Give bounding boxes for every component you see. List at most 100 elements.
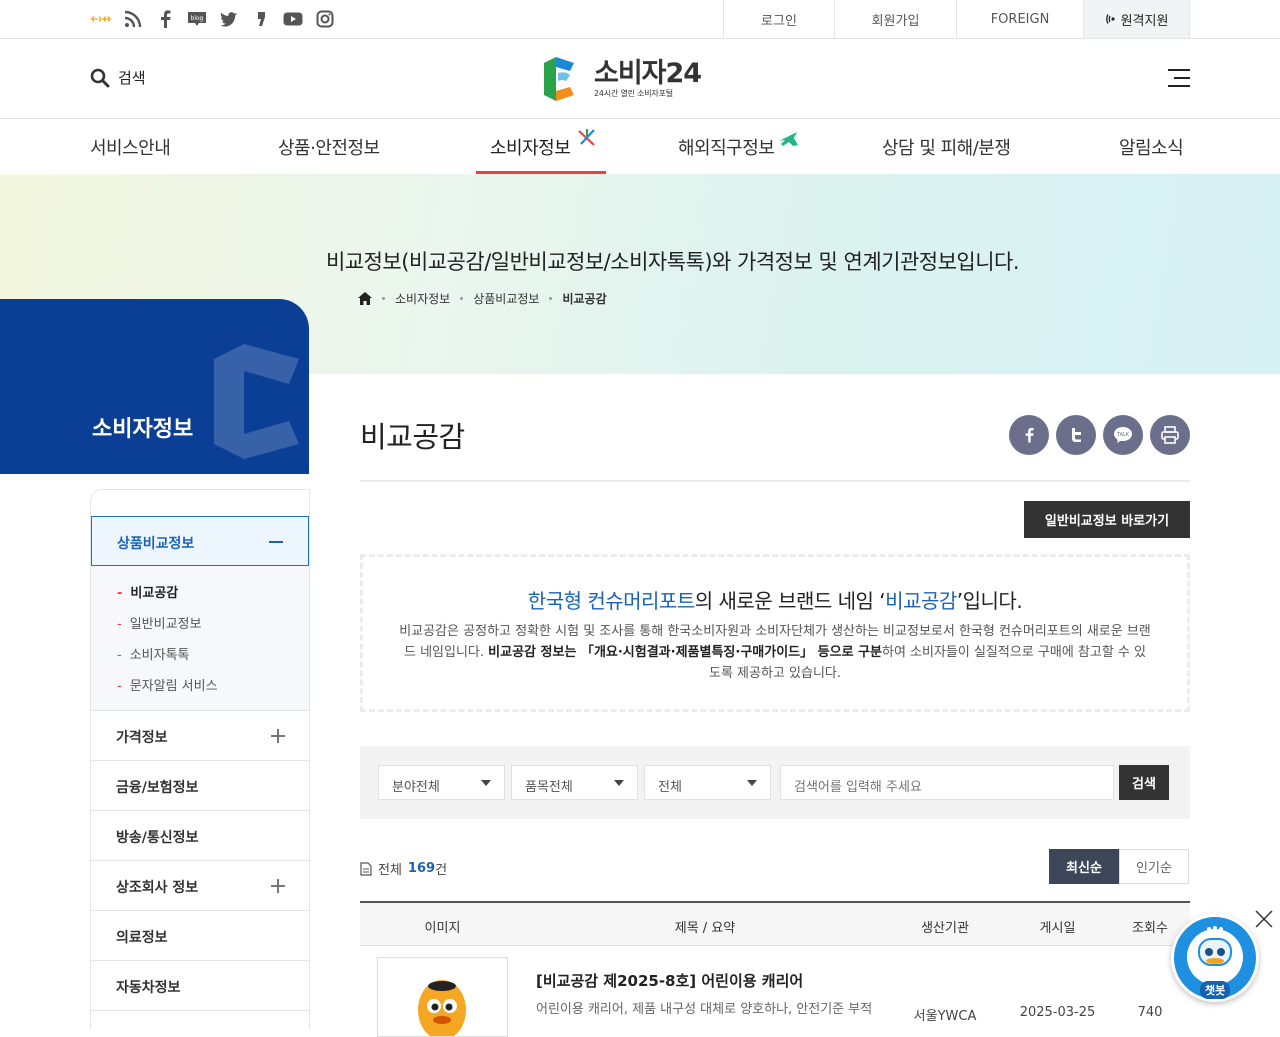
home-icon[interactable]	[358, 292, 372, 305]
side-section-banner: 소비자정보	[0, 299, 309, 474]
column-header: 이미지	[424, 921, 461, 936]
lnb-item-label: 상조회사 정보	[116, 880, 199, 896]
table-row[interactable]: [비교공감 제2025-8호] 어린이용 캐리어 어린이용 캐리어, 제품 내구…	[360, 946, 1190, 1037]
svg-text:TALK: TALK	[1116, 432, 1130, 438]
nav-consumer-info[interactable]: 소비자정보	[490, 134, 571, 160]
breadcrumb-current: 비교공감	[562, 292, 607, 306]
document-icon	[360, 861, 372, 876]
twitter-icon[interactable]	[218, 8, 240, 30]
youtube-icon[interactable]	[282, 8, 304, 30]
intro-heading: 한국형 컨슈머리포트의 새로운 브랜드 네임 ‘비교공감’입니다.	[527, 589, 1023, 613]
sparkle-icon	[578, 129, 595, 146]
facebook-icon	[1025, 427, 1034, 443]
print-button[interactable]	[1150, 415, 1190, 455]
scope-select[interactable]: 전체	[644, 765, 771, 800]
search-label: 검색	[118, 69, 146, 87]
lnb-sub-sms-service[interactable]: 문자알림 서비스	[117, 675, 218, 694]
eg-icon[interactable]	[90, 8, 112, 30]
close-icon[interactable]	[1254, 909, 1274, 929]
search-icon	[90, 68, 110, 87]
lnb-submenu: 비교공감 일반비교정보 소비자톡톡 문자알림 서비스	[91, 566, 309, 711]
chatbot-robot-icon	[1187, 926, 1243, 985]
header-search-button[interactable]: 검색	[90, 67, 146, 88]
lnb-item-medical[interactable]: 의료정보	[91, 911, 309, 961]
nav-overseas-purchase[interactable]: 해외직구정보	[678, 134, 775, 160]
chatbot-button[interactable]: 챗봇	[1171, 914, 1259, 1002]
lnb-item-label: 의료정보	[116, 930, 168, 946]
search-button[interactable]: 검색	[1119, 765, 1169, 800]
main-navigation: 서비스안내 상품·안전정보 소비자정보 해외직구정보 상담 및 피해/분쟁 알림…	[0, 119, 1280, 174]
logo-mark-icon	[544, 57, 574, 101]
twitter-icon	[1072, 428, 1081, 442]
sort-latest-button[interactable]: 최신순	[1049, 849, 1119, 884]
lnb-item-funeral[interactable]: 상조회사 정보	[91, 861, 309, 911]
sort-toggle: 최신순 인기순	[1049, 849, 1189, 884]
share-facebook-button[interactable]	[1009, 415, 1049, 455]
instagram-icon[interactable]	[314, 8, 336, 30]
share-kakaotalk-button[interactable]: TALK	[1103, 415, 1143, 455]
signup-link[interactable]: 회원가입	[834, 0, 956, 38]
lnb-item-product-compare[interactable]: 상품비교정보	[91, 516, 309, 566]
hamburger-menu-icon[interactable]	[1168, 69, 1190, 87]
facebook-icon[interactable]	[154, 8, 176, 30]
logo-watermark-icon	[214, 344, 299, 459]
lnb-item-label: 자동차정보	[116, 980, 181, 996]
page-title: 비교공감	[360, 420, 465, 454]
breadcrumb-item[interactable]: 소비자정보	[395, 290, 450, 307]
remote-support-label: 원격지원	[1120, 13, 1169, 29]
remote-support-link[interactable]: 원격지원	[1083, 0, 1190, 38]
top-utility-bar: blog 로그인 회원가입 FOREIGN 원격지원	[0, 0, 1280, 39]
column-header: 조회수	[1132, 921, 1168, 936]
intro-text: 비교공감은 공정하고 정확한 시험 및 조사를 통해 한국소비자원과 소비자단체…	[399, 624, 1151, 681]
column-header: 게시일	[1039, 921, 1076, 936]
print-icon	[1161, 426, 1179, 444]
search-box: 분야전체 품목전체 전체 검색	[360, 746, 1190, 819]
lnb-item-finance[interactable]: 금융/보험정보	[91, 761, 309, 811]
lnb-item-price[interactable]: 가격정보	[91, 711, 309, 761]
breadcrumb-item[interactable]: 상품비교정보	[473, 290, 539, 307]
lnb-sub-compare[interactable]: 비교공감	[117, 582, 178, 601]
lnb-sub-talktalk[interactable]: 소비자톡톡	[117, 644, 190, 663]
logo-subtitle: 24시간 열린 소비자포털	[594, 88, 673, 98]
nav-counsel-dispute[interactable]: 상담 및 피해/분쟁	[882, 134, 1011, 160]
kakaotalk-icon: TALK	[1114, 427, 1132, 443]
field-select[interactable]: 분야전체	[378, 765, 505, 800]
lnb-item-car[interactable]: 자동차정보	[91, 961, 309, 1011]
blog-icon[interactable]: blog	[186, 8, 208, 30]
sort-popular-button[interactable]: 인기순	[1119, 849, 1189, 884]
svg-text:blog: blog	[191, 15, 204, 22]
nav-news[interactable]: 알림소식	[1119, 134, 1184, 160]
kids-carrier-image-icon	[418, 980, 466, 1036]
remote-support-icon	[1105, 14, 1115, 24]
row-title[interactable]: [비교공감 제2025-8호] 어린이용 캐리어	[536, 970, 803, 991]
side-section-title: 소비자정보	[92, 417, 194, 442]
lnb-item-label: 가격정보	[116, 730, 168, 746]
nav-service-guide[interactable]: 서비스안내	[90, 134, 171, 160]
rss-icon[interactable]	[122, 8, 144, 30]
site-header: 검색 소비자24 24시간 열린 소비자포털	[0, 39, 1280, 119]
login-link[interactable]: 로그인	[723, 0, 834, 38]
column-header: 제목 / 요약	[674, 921, 736, 936]
lnb-item-label: 금융/보험정보	[116, 780, 199, 796]
lnb-item-label: 방송/통신정보	[116, 830, 199, 846]
search-input[interactable]	[780, 765, 1114, 800]
item-select[interactable]: 품목전체	[511, 765, 638, 800]
foreign-link[interactable]: FOREIGN	[956, 0, 1083, 38]
site-logo[interactable]: 소비자24 24시간 열린 소비자포털	[540, 53, 702, 105]
airplane-icon	[779, 132, 798, 146]
lnb-sub-general-compare[interactable]: 일반비교정보	[117, 613, 202, 632]
table-header: 이미지 제목 / 요약 생산기관 게시일 조회수	[360, 901, 1190, 946]
lnb-item-broadcast[interactable]: 방송/통신정보	[91, 811, 309, 861]
title-divider	[360, 480, 1190, 482]
kakao-story-icon[interactable]	[250, 8, 272, 30]
side-navigation: 상품비교정보 비교공감 일반비교정보 소비자톡톡 문자알림 서비스 가격정보 금…	[90, 489, 310, 1029]
row-thumbnail[interactable]	[377, 957, 508, 1037]
sns-links: blog	[90, 8, 336, 30]
expand-icon	[271, 729, 285, 743]
lnb-item-label: 상품비교정보	[117, 536, 195, 552]
collapse-icon	[269, 541, 283, 543]
share-twitter-button[interactable]	[1056, 415, 1096, 455]
nav-product-safety[interactable]: 상품·안전정보	[278, 134, 380, 160]
go-general-compare-button[interactable]: 일반비교정보 바로가기	[1024, 501, 1190, 538]
utility-links: 로그인 회원가입 FOREIGN 원격지원	[723, 0, 1190, 39]
